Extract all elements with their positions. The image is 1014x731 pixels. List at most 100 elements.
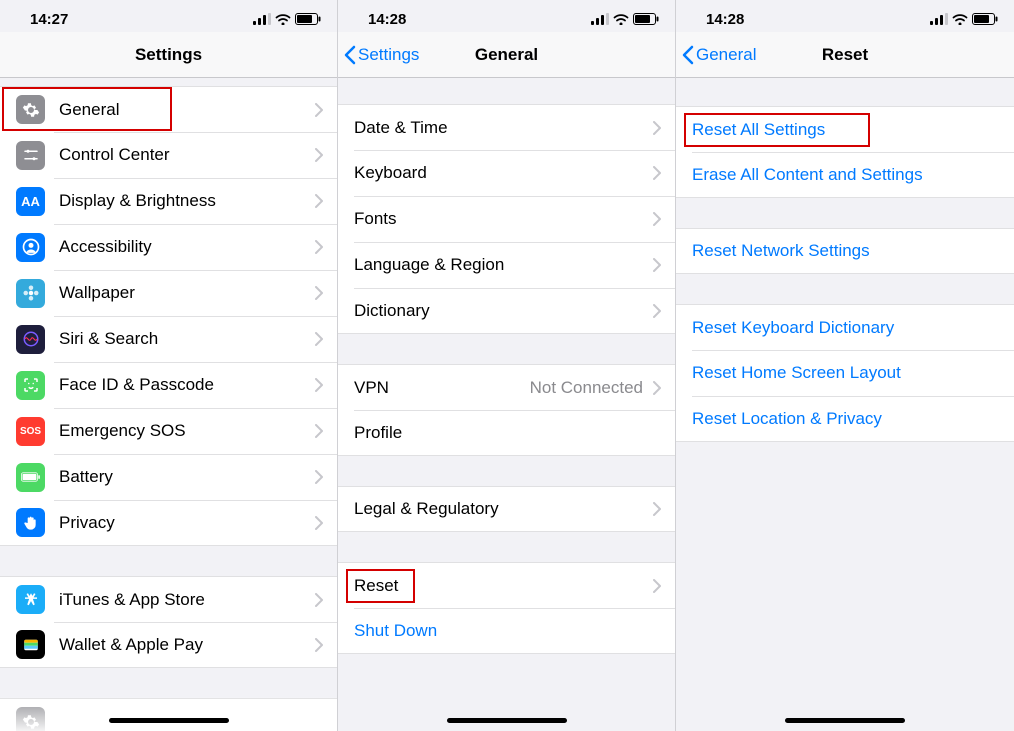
cell-battery[interactable]: Battery [0, 454, 337, 500]
chevron-right-icon [315, 516, 323, 530]
cell-language[interactable]: Language & Region [338, 242, 675, 288]
cell-value: Not Connected [530, 378, 643, 398]
cell-display[interactable]: AADisplay & Brightness [0, 178, 337, 224]
chevron-right-icon [653, 166, 661, 180]
cell-label: Control Center [59, 145, 315, 165]
cell-wallet[interactable]: Wallet & Apple Pay [0, 622, 337, 668]
cell-reset-all[interactable]: Reset All Settings [676, 106, 1014, 152]
home-indicator[interactable] [109, 718, 229, 723]
home-indicator[interactable] [447, 718, 567, 723]
chevron-right-icon [315, 332, 323, 346]
status-indicators [930, 13, 998, 25]
cell-control-center[interactable]: Control Center [0, 132, 337, 178]
accessibility-icon [16, 233, 45, 262]
faceid-icon [16, 371, 45, 400]
cell-label: Reset Keyboard Dictionary [692, 318, 1014, 338]
cell-label: Emergency SOS [59, 421, 315, 441]
cell-reset-network[interactable]: Reset Network Settings [676, 228, 1014, 274]
battery-icon [295, 13, 321, 25]
wallpaper-icon [16, 279, 45, 308]
cell-label: Reset Network Settings [692, 241, 1014, 261]
nav-title: Settings [0, 45, 337, 65]
cell-reset[interactable]: Reset [338, 562, 675, 608]
cell-label: Battery [59, 467, 315, 487]
cell-sos[interactable]: SOSEmergency SOS [0, 408, 337, 454]
chevron-right-icon [315, 194, 323, 208]
screen-0: 14:27 Settings General Control Center AADisp… [0, 0, 338, 731]
chevron-right-icon [315, 378, 323, 392]
chevron-right-icon [315, 470, 323, 484]
status-bar: 14:28 [676, 0, 1014, 32]
cell-label: Profile [354, 423, 675, 443]
screen-1: 14:28SettingsGeneralDate & TimeKeyboardF… [338, 0, 676, 731]
cell-legal[interactable]: Legal & Regulatory [338, 486, 675, 532]
cell-label: Erase All Content and Settings [692, 165, 1014, 185]
cell-label: Dictionary [354, 301, 653, 321]
cell-label: Reset Home Screen Layout [692, 363, 1014, 383]
cellular-signal-icon [930, 13, 948, 25]
cell-reset-location[interactable]: Reset Location & Privacy [676, 396, 1014, 442]
back-label: Settings [358, 45, 419, 65]
cell-label: Fonts [354, 209, 653, 229]
cell-datetime[interactable]: Date & Time [338, 104, 675, 150]
cell-label: Keyboard [354, 163, 653, 183]
screen-2: 14:28GeneralReset Reset All Settings Erase… [676, 0, 1014, 731]
cell-profile[interactable]: Profile [338, 410, 675, 456]
chevron-right-icon [315, 148, 323, 162]
siri-icon [16, 325, 45, 354]
cell-label: Reset Location & Privacy [692, 409, 1014, 429]
home-indicator[interactable] [785, 718, 905, 723]
chevron-right-icon [315, 286, 323, 300]
cell-accessibility[interactable]: Accessibility [0, 224, 337, 270]
cellular-signal-icon [253, 13, 271, 25]
wifi-icon [613, 13, 629, 25]
back-label: General [696, 45, 756, 65]
status-indicators [253, 13, 321, 25]
chevron-right-icon [653, 381, 661, 395]
general-icon [16, 95, 45, 124]
control-center-icon [16, 141, 45, 170]
cell-label: Reset All Settings [692, 120, 1014, 140]
cell-dictionary[interactable]: Dictionary [338, 288, 675, 334]
chevron-left-icon [682, 45, 694, 65]
status-time: 14:27 [30, 11, 68, 28]
cell-peek[interactable] [0, 698, 337, 731]
cell-general[interactable]: General [0, 86, 337, 132]
cell-siri[interactable]: Siri & Search [0, 316, 337, 362]
chevron-right-icon [315, 593, 323, 607]
chevron-left-icon [344, 45, 356, 65]
cell-fonts[interactable]: Fonts [338, 196, 675, 242]
chevron-right-icon [653, 212, 661, 226]
cell-reset-keyboard[interactable]: Reset Keyboard Dictionary [676, 304, 1014, 350]
privacy-icon [16, 508, 45, 537]
cell-label: Date & Time [354, 118, 653, 138]
cell-label: Reset [354, 576, 653, 596]
cell-faceid[interactable]: Face ID & Passcode [0, 362, 337, 408]
cell-vpn[interactable]: VPNNot Connected [338, 364, 675, 410]
cell-itunes[interactable]: iTunes & App Store [0, 576, 337, 622]
back-button[interactable]: General [676, 45, 756, 65]
cell-label: Language & Region [354, 255, 653, 275]
status-bar: 14:27 [0, 0, 337, 32]
cell-privacy[interactable]: Privacy [0, 500, 337, 546]
cell-erase-all[interactable]: Erase All Content and Settings [676, 152, 1014, 198]
cell-label: VPN [354, 378, 530, 398]
chevron-right-icon [653, 304, 661, 318]
back-button[interactable]: Settings [338, 45, 419, 65]
cell-keyboard[interactable]: Keyboard [338, 150, 675, 196]
battery-icon [16, 463, 45, 492]
chevron-right-icon [315, 638, 323, 652]
peek-icon [16, 707, 45, 731]
cell-label: iTunes & App Store [59, 590, 315, 610]
cell-wallpaper[interactable]: Wallpaper [0, 270, 337, 316]
chevron-right-icon [315, 103, 323, 117]
cell-label: General [59, 100, 315, 120]
cell-shutdown[interactable]: Shut Down [338, 608, 675, 654]
status-indicators [591, 13, 659, 25]
nav-bar: GeneralReset [676, 32, 1014, 78]
chevron-right-icon [315, 240, 323, 254]
cell-label: Legal & Regulatory [354, 499, 653, 519]
nav-bar: SettingsGeneral [338, 32, 675, 78]
cell-reset-home[interactable]: Reset Home Screen Layout [676, 350, 1014, 396]
wifi-icon [952, 13, 968, 25]
